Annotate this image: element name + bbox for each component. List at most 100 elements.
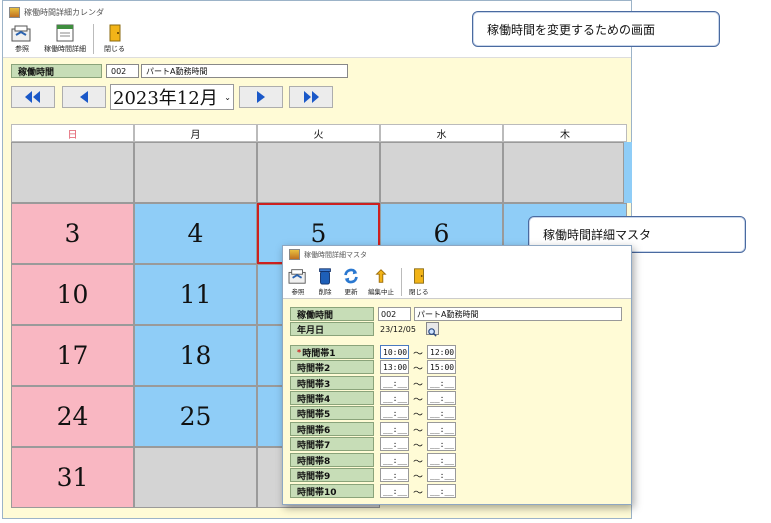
weekday-header-sun: 日 — [11, 124, 134, 142]
time-slot-end[interactable]: __:__ — [427, 376, 456, 390]
time-slot-start[interactable]: 13:00 — [380, 360, 409, 374]
double-chevron-left-icon — [25, 91, 40, 103]
time-slot-label-text: 時間帯1 — [302, 348, 336, 359]
dialog-titlebar: 稼働時間詳細マスタ — [283, 246, 631, 263]
calendar-day-cell[interactable]: 24 — [11, 386, 134, 447]
calendar-day-cell[interactable]: 10 — [11, 264, 134, 325]
trash-icon — [319, 268, 331, 285]
search-icon — [428, 328, 437, 337]
weekday-header-thu: 木 — [503, 124, 627, 142]
time-slot-label: 時間帯10 — [290, 484, 374, 498]
dialog-toolbar: 参照 削除 更新 編集中止 閉じる — [283, 263, 631, 299]
time-slot-end[interactable]: __:__ — [427, 391, 456, 405]
time-slot-label: 時間帯8 — [290, 453, 374, 467]
time-slot-start[interactable]: __:__ — [380, 422, 409, 436]
dialog-date-value[interactable]: 23/12/05 — [378, 322, 424, 336]
calendar-day-cell — [11, 142, 134, 203]
dialog-close-button[interactable]: 閉じる — [406, 267, 432, 296]
dialog-delete-label: 削除 — [318, 288, 332, 296]
exit-door-icon — [413, 268, 424, 284]
range-tilde: ～ — [413, 488, 423, 499]
required-mark: * — [297, 347, 302, 357]
close-button[interactable]: 閉じる — [101, 23, 128, 54]
time-slot-end[interactable]: 12:00 — [427, 345, 456, 359]
time-slot-label: * 時間帯1 — [290, 345, 374, 359]
calendar-day-cell — [134, 142, 257, 203]
range-tilde: ～ — [413, 457, 423, 468]
range-tilde: ～ — [413, 472, 423, 483]
browse-icon — [288, 269, 306, 284]
calendar-day-cell — [503, 142, 624, 203]
close-button-label: 閉じる — [104, 45, 125, 53]
month-select-value: 2023年12月 — [113, 88, 218, 109]
dialog-close-label: 閉じる — [409, 288, 429, 296]
dialog-title: 稼働時間詳細マスタ — [304, 250, 367, 259]
time-slot-start[interactable]: __:__ — [380, 376, 409, 390]
dialog-delete-button[interactable]: 削除 — [313, 267, 337, 296]
detail-button[interactable]: 稼働時間詳細 — [41, 23, 89, 54]
month-select[interactable]: 2023年12月 ⌄ — [110, 84, 234, 110]
time-slot-start[interactable]: 10:00 — [380, 345, 409, 359]
time-slot-end[interactable]: __:__ — [427, 484, 456, 498]
range-tilde: ～ — [413, 380, 423, 391]
time-slot-start[interactable]: __:__ — [380, 406, 409, 420]
time-slot-end[interactable]: 15:00 — [427, 360, 456, 374]
calendar-day-cell[interactable]: 18 — [134, 325, 257, 386]
dialog-browse-button[interactable]: 参照 — [284, 267, 312, 296]
time-slot-start[interactable]: __:__ — [380, 453, 409, 467]
time-slot-label: 時間帯4 — [290, 391, 374, 405]
range-tilde: ～ — [413, 441, 423, 452]
browse-icon — [11, 25, 31, 42]
time-slot-start[interactable]: __:__ — [380, 437, 409, 451]
toolbar-separator — [93, 24, 94, 54]
operating-time-code[interactable]: 002 — [106, 64, 139, 78]
dialog-operating-code[interactable]: 002 — [378, 307, 411, 321]
next-year-button[interactable] — [289, 86, 333, 108]
next-month-button[interactable] — [239, 86, 283, 108]
calendar-day-cell — [257, 142, 380, 203]
calendar-day-cell[interactable]: 17 — [11, 325, 134, 386]
detail-icon — [56, 24, 74, 42]
dialog-operating-label: 稼働時間 — [290, 307, 374, 321]
dialog-browse-label: 参照 — [291, 288, 305, 296]
calendar-day-cell[interactable]: 3 — [11, 203, 134, 264]
time-slot-end[interactable]: __:__ — [427, 453, 456, 467]
double-chevron-right-icon — [304, 91, 319, 103]
dialog-date-label: 年月日 — [290, 322, 374, 336]
time-slot-start[interactable]: __:__ — [380, 391, 409, 405]
operating-time-label: 稼働時間 — [11, 64, 102, 78]
time-slot-start[interactable]: __:__ — [380, 468, 409, 482]
time-slot-end[interactable]: __:__ — [427, 406, 456, 420]
calendar-day-cell — [134, 447, 257, 508]
time-slot-end[interactable]: __:__ — [427, 422, 456, 436]
dialog-update-button[interactable]: 更新 — [338, 267, 364, 296]
browse-button[interactable]: 参照 — [7, 23, 37, 54]
time-slot-label: 時間帯9 — [290, 468, 374, 482]
dialog-cancel-edit-label: 編集中止 — [368, 288, 394, 296]
range-tilde: ～ — [413, 410, 423, 421]
dialog-app-icon — [289, 249, 300, 260]
calendar-day-cell[interactable]: 4 — [134, 203, 257, 264]
dialog-toolbar-separator — [401, 268, 402, 296]
calendar-day-cell — [380, 142, 503, 203]
range-tilde: ～ — [413, 426, 423, 437]
time-slot-start[interactable]: __:__ — [380, 484, 409, 498]
prev-month-button[interactable] — [62, 86, 106, 108]
refresh-icon — [344, 268, 358, 284]
range-tilde: ～ — [413, 349, 423, 360]
app-icon — [9, 6, 20, 18]
time-slot-label: 時間帯5 — [290, 406, 374, 420]
weekday-header-mon: 月 — [134, 124, 257, 142]
calendar-day-cell[interactable]: 25 — [134, 386, 257, 447]
dialog-cancel-edit-button[interactable]: 編集中止 — [365, 267, 397, 296]
chevron-down-icon: ⌄ — [224, 93, 231, 102]
weekday-header-tue: 火 — [257, 124, 380, 142]
calendar-day-cell[interactable]: 11 — [134, 264, 257, 325]
calendar-day-cell[interactable]: 31 — [11, 447, 134, 508]
time-slot-end[interactable]: __:__ — [427, 437, 456, 451]
time-slot-end[interactable]: __:__ — [427, 468, 456, 482]
weekday-header-wed: 水 — [380, 124, 503, 142]
undo-icon — [375, 269, 387, 283]
date-lookup-button[interactable] — [426, 322, 439, 337]
prev-year-button[interactable] — [11, 86, 55, 108]
